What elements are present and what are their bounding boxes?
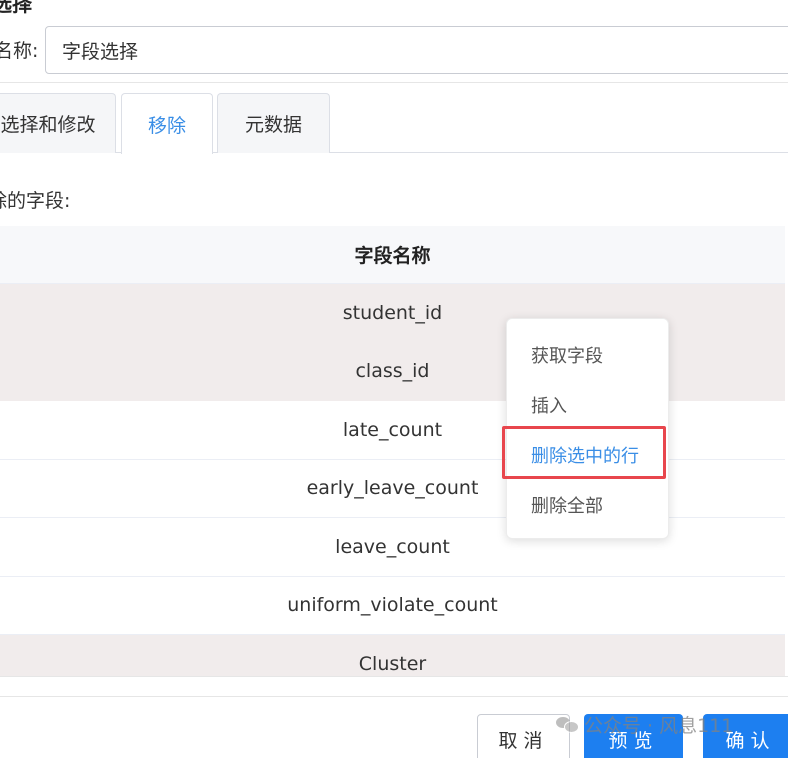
dialog-title-bar: 选择 <box>0 0 788 16</box>
menu-item-delete-all[interactable]: 删除全部 <box>507 483 670 527</box>
table-header: 字段名称 <box>0 226 785 284</box>
divider <box>0 82 788 83</box>
column-header-field-name[interactable]: 字段名称 <box>354 241 430 268</box>
preview-button[interactable]: 预览 <box>584 714 683 758</box>
menu-item-get-fields[interactable]: 获取字段 <box>507 333 670 377</box>
table-bottom-divider <box>0 676 788 677</box>
name-label: 名称: <box>0 40 39 62</box>
confirm-button[interactable]: 确认 <box>703 714 788 758</box>
dialog-title: 选择 <box>0 0 32 16</box>
cancel-button[interactable]: 取消 <box>477 714 570 758</box>
tab-remove[interactable]: 移除 <box>121 93 213 154</box>
fields-to-remove-label: 除的字段: <box>0 190 71 212</box>
footer-divider <box>0 696 788 697</box>
name-input[interactable] <box>45 26 788 74</box>
table-row[interactable]: uniform_violate_count <box>0 577 785 635</box>
context-menu: 获取字段 插入 删除选中的行 删除全部 <box>506 318 669 539</box>
tab-bar: 选择和修改 移除 元数据 <box>0 93 788 154</box>
tab-metadata[interactable]: 元数据 <box>217 93 330 153</box>
tab-select-and-modify[interactable]: 选择和修改 <box>0 93 116 153</box>
table-row[interactable]: Cluster <box>0 635 785 676</box>
menu-item-insert[interactable]: 插入 <box>507 383 670 427</box>
name-row: 名称: <box>0 26 788 74</box>
menu-item-delete-selected-rows[interactable]: 删除选中的行 <box>507 433 670 477</box>
